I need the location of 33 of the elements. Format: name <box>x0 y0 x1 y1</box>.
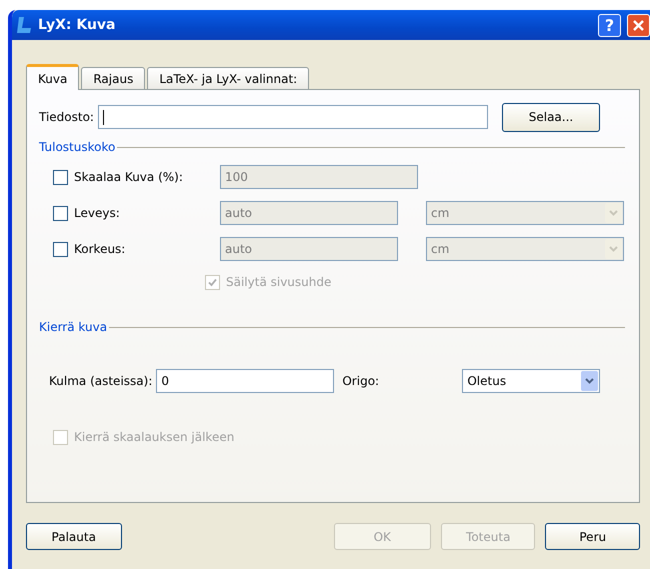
origin-dropdown[interactable]: Oletus <box>462 369 600 393</box>
window-title: LyX: Kuva <box>38 17 117 33</box>
input-field[interactable]: 0 <box>156 369 334 393</box>
close-icon <box>632 18 645 32</box>
dialog-button[interactable]: Peru <box>545 523 640 550</box>
unit-dropdown[interactable]: cm <box>426 237 624 261</box>
input-field[interactable]: auto <box>220 201 398 225</box>
checkbox[interactable] <box>53 170 68 184</box>
checkbox-label: Säilytä sivusuhde <box>226 275 332 289</box>
lyx-logo-icon <box>16 16 32 34</box>
input-field[interactable] <box>98 105 488 129</box>
group-title: Kierrä kuva <box>39 320 108 334</box>
help-button[interactable]: ? <box>598 14 621 36</box>
dialog-button[interactable]: Palauta <box>26 523 122 550</box>
unit-dropdown[interactable]: cm <box>426 201 624 225</box>
check-icon <box>208 278 217 286</box>
field-label: Tiedosto: <box>39 110 94 124</box>
checkbox-label: Kierrä skaalauksen jälkeen <box>74 430 234 444</box>
checkbox-label: Korkeus: <box>74 242 126 256</box>
browse-button[interactable]: Selaa... <box>502 102 600 132</box>
close-button[interactable] <box>627 14 650 36</box>
checkbox[interactable] <box>53 206 68 220</box>
group-title: Tulostuskoko <box>39 140 116 154</box>
checkbox-label: Skaalaa Kuva (%): <box>74 170 184 184</box>
field-label: Origo: <box>342 374 380 388</box>
checkbox-label: Leveys: <box>74 206 121 220</box>
tab[interactable]: LaTeX- ja LyX- valinnat: <box>147 67 310 90</box>
input-field[interactable]: auto <box>220 237 398 261</box>
tab[interactable]: Kuva <box>26 64 80 90</box>
field-label: Kulma (asteissa): <box>49 374 152 388</box>
input-field[interactable]: 100 <box>220 165 418 189</box>
checkbox[interactable] <box>53 242 68 256</box>
tab[interactable]: Rajaus <box>81 67 146 90</box>
